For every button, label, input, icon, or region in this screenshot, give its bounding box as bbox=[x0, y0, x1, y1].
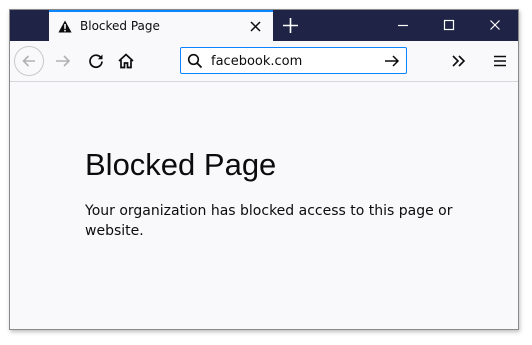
minimize-icon bbox=[398, 24, 408, 27]
maximize-button[interactable] bbox=[426, 10, 472, 41]
home-icon[interactable] bbox=[117, 52, 135, 70]
new-tab-icon[interactable] bbox=[282, 17, 299, 34]
go-arrow-icon[interactable] bbox=[384, 54, 400, 68]
close-window-button[interactable] bbox=[472, 10, 518, 41]
menu-icon[interactable] bbox=[491, 52, 509, 70]
minimize-button[interactable] bbox=[380, 10, 426, 41]
reload-icon[interactable] bbox=[87, 52, 105, 70]
navigation-toolbar: facebook.com bbox=[10, 41, 518, 82]
blocked-message: Your organization has blocked access to … bbox=[85, 203, 453, 239]
forward-arrow-icon[interactable] bbox=[54, 52, 72, 70]
browser-window: Blocked Page facebook.com Blocked Page Y… bbox=[9, 9, 519, 330]
close-icon bbox=[490, 20, 500, 30]
url-text[interactable]: facebook.com bbox=[211, 54, 302, 69]
url-bar[interactable]: facebook.com bbox=[180, 47, 407, 74]
page-content: Blocked Page Your organization has block… bbox=[10, 82, 518, 329]
back-button[interactable] bbox=[14, 46, 44, 76]
back-arrow-icon bbox=[22, 55, 35, 67]
overflow-chevron-icon[interactable] bbox=[450, 52, 468, 70]
maximize-icon bbox=[443, 19, 455, 31]
warning-icon bbox=[58, 20, 72, 33]
tab-title: Blocked Page bbox=[80, 19, 160, 33]
search-icon bbox=[187, 53, 203, 69]
page-title: Blocked Page bbox=[85, 147, 277, 182]
title-bar: Blocked Page bbox=[10, 10, 518, 41]
tab-blocked-page[interactable]: Blocked Page bbox=[49, 10, 273, 41]
close-tab-icon[interactable] bbox=[249, 20, 262, 33]
